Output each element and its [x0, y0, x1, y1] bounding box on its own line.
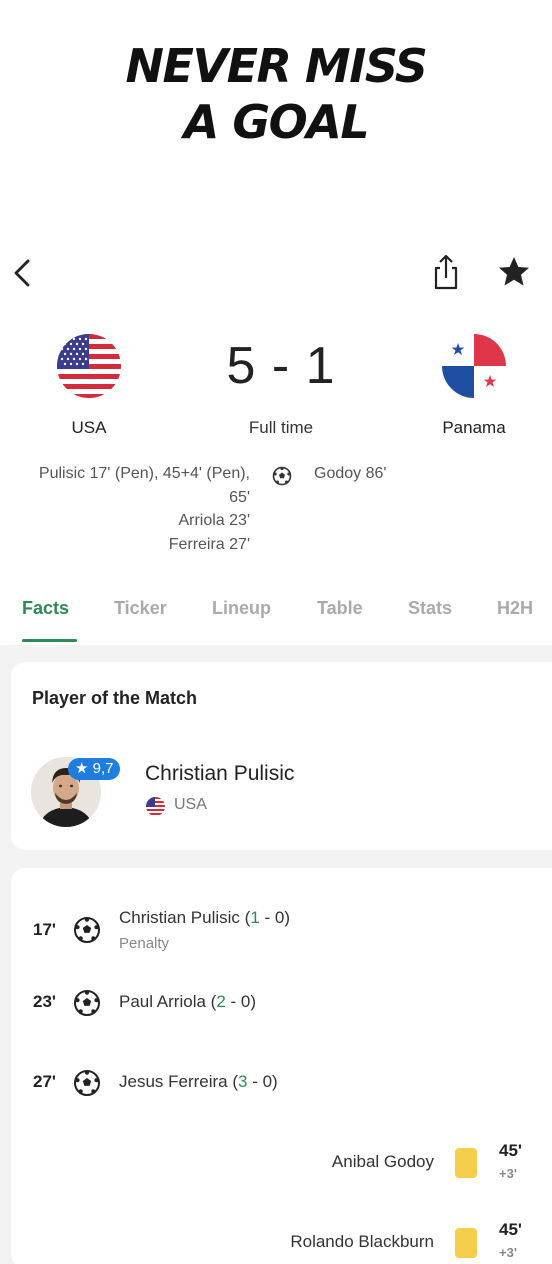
tab-table[interactable]: Table	[317, 598, 363, 619]
home-scorers: Pulisic 17' (Pen), 45+4' (Pen), 65' Arri…	[0, 462, 250, 556]
share-icon[interactable]	[430, 252, 462, 292]
match-header: USA 5 - 1 Full time Panama	[0, 330, 552, 440]
event-score-rest: - 0)	[259, 908, 291, 927]
event-player-name: Paul Arriola	[119, 992, 206, 1011]
event-minute: 17'	[33, 920, 56, 939]
match-score: 5 - 1	[226, 337, 336, 395]
event-score-rest: - 0)	[247, 1072, 278, 1091]
event-score-home: 3	[238, 1072, 248, 1091]
headline-line-2: A GOAL	[183, 95, 370, 149]
active-tab-indicator	[22, 639, 77, 642]
chevron-left-icon[interactable]	[8, 254, 38, 290]
player-rating-badge: ★ 9,7	[68, 758, 121, 780]
match-tabs: Facts Ticker Lineup Table Stats H2H	[0, 592, 552, 642]
match-status: Full time	[248, 418, 314, 437]
card-event-player[interactable]: Anibal Godoy	[332, 1152, 434, 1172]
usa-flag-icon[interactable]	[57, 334, 121, 398]
tab-h2h[interactable]: H2H	[497, 598, 533, 619]
promo-headline: NEVER MISS A GOAL	[0, 38, 552, 150]
card-event-minute: 45'	[499, 1220, 522, 1239]
headline-line-1: NEVER MISS	[125, 39, 428, 93]
soccer-ball-icon	[74, 1070, 100, 1096]
event-score-home: 1	[250, 908, 260, 927]
potm-title: Player of the Match	[32, 688, 198, 708]
event-player[interactable]: Christian Pulisic (1 - 0)	[119, 908, 290, 928]
event-player-name: Jesus Ferreira	[119, 1072, 228, 1091]
tab-stats[interactable]: Stats	[408, 598, 452, 619]
potm-player-name[interactable]: Christian Pulisic	[145, 762, 294, 786]
home-scorer-line: Arriola 23'	[178, 512, 250, 529]
match-events-card: 17' Christian Pulisic (1 - 0) Penalty 23…	[11, 868, 552, 1264]
home-scorer-line: 65'	[229, 488, 250, 506]
event-player[interactable]: Paul Arriola (2 - 0)	[119, 992, 256, 1012]
event-minute: 27'	[33, 1072, 56, 1091]
soccer-ball-icon	[74, 990, 100, 1016]
event-player[interactable]: Jesus Ferreira (3 - 0)	[119, 1072, 278, 1092]
event-player-name: Christian Pulisic	[119, 908, 240, 927]
soccer-ball-icon	[74, 917, 100, 943]
star-icon[interactable]	[496, 254, 532, 290]
yellow-card-icon	[455, 1228, 477, 1258]
tab-ticker[interactable]: Ticker	[114, 598, 167, 619]
away-scorers: Godoy 86'	[314, 462, 386, 486]
tab-facts[interactable]: Facts	[22, 598, 69, 619]
event-score-open: (	[227, 1072, 239, 1091]
event-detail: Penalty	[119, 935, 170, 952]
event-score-open: (	[239, 908, 251, 927]
event-score-open: (	[205, 992, 217, 1011]
away-team-name[interactable]: Panama	[414, 418, 534, 438]
card-event-added-time: +3'	[499, 1166, 517, 1181]
home-scorer-line: Pulisic 17' (Pen), 45+4' (Pen),	[38, 465, 250, 482]
event-minute: 23'	[33, 992, 56, 1011]
card-event-added-time: +3'	[499, 1245, 517, 1260]
usa-flag-icon	[146, 797, 165, 816]
card-event-minute: 45'	[499, 1141, 522, 1160]
soccer-ball-icon	[272, 466, 292, 486]
home-scorer-line: Ferreira 27'	[168, 535, 250, 553]
tab-lineup[interactable]: Lineup	[212, 598, 271, 619]
top-nav-bar	[0, 250, 552, 294]
yellow-card-icon	[455, 1148, 477, 1178]
player-of-match-card[interactable]: Player of the Match ★ 9,7 Christian Puli…	[11, 662, 552, 850]
home-team-name[interactable]: USA	[29, 418, 149, 438]
potm-country: USA	[174, 796, 207, 813]
away-scorer-line: Godoy 86'	[314, 465, 387, 482]
panama-flag-icon[interactable]	[442, 334, 506, 398]
event-score-home: 2	[216, 992, 226, 1011]
card-event-player[interactable]: Rolando Blackburn	[290, 1232, 434, 1252]
event-score-rest: - 0)	[225, 992, 257, 1011]
